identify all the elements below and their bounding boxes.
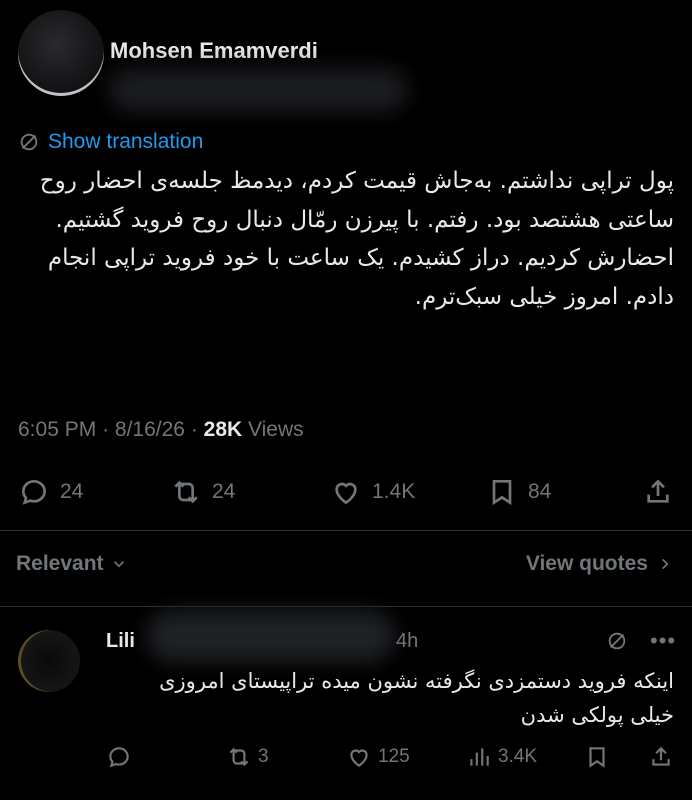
share-button[interactable] (642, 476, 674, 508)
show-translation-link[interactable]: Show translation (48, 130, 203, 154)
reply-time[interactable]: 4h (396, 630, 418, 653)
divider (0, 606, 692, 607)
sort-replies-button[interactable]: Relevant (16, 552, 128, 576)
reply-like-count: 125 (378, 746, 410, 767)
redacted-handle (146, 610, 396, 662)
tweet-action-bar: 24 24 1.4K 84 (18, 476, 674, 512)
redacted-handle (108, 68, 408, 112)
tweet-text: پول تراپی نداشتم. به‌جاش قیمت کردم، دیدم… (39, 168, 674, 310)
bookmark-button[interactable]: 84 (486, 476, 551, 508)
views-label: Views (248, 418, 304, 441)
author-avatar[interactable] (18, 10, 104, 96)
reply-views-count: 3.4K (498, 746, 538, 767)
view-quotes-link[interactable]: View quotes (526, 552, 674, 576)
view-quotes-label: View quotes (525, 552, 648, 575)
reply-like-button[interactable]: 125 (346, 744, 410, 770)
bookmark-count: 84 (528, 480, 552, 503)
like-icon (335, 482, 357, 505)
bookmark-icon (492, 480, 512, 506)
sort-label: Relevant (16, 552, 104, 575)
reply-author-avatar[interactable] (18, 630, 80, 692)
reply-text: اینکه فروید دستمزدی نگرفته نشون میده ترا… (159, 669, 674, 727)
like-icon (350, 749, 368, 767)
repost-button[interactable]: 24 (170, 476, 235, 508)
reply-icon (21, 479, 47, 505)
author-name[interactable]: Mohsen Emamverdi (110, 38, 318, 64)
reply-icon (109, 747, 129, 768)
views-count: 28K (203, 418, 243, 441)
meta-separator: · (190, 418, 204, 441)
bookmark-icon (589, 747, 605, 768)
more-icon[interactable]: ••• (650, 628, 676, 654)
divider (0, 530, 692, 531)
share-icon (652, 746, 670, 766)
repost-count: 24 (212, 480, 236, 503)
like-button[interactable]: 1.4K (330, 476, 415, 508)
chevron-right-icon (662, 558, 669, 570)
reply-repost-count: 3 (258, 746, 269, 767)
reply-author-name[interactable]: Lili (106, 630, 135, 653)
globe-icon (608, 632, 626, 650)
repost-icon (174, 480, 198, 504)
views-icon (470, 748, 489, 766)
reply-bookmark-button[interactable] (584, 744, 610, 770)
show-translation-row[interactable]: Show translation (18, 130, 203, 154)
reply-action-bar: 3 125 3.4K (106, 744, 674, 776)
reply-views-button[interactable]: 3.4K (466, 744, 537, 770)
globe-icon (20, 133, 38, 151)
chevron-down-icon (113, 561, 124, 568)
repost-icon (229, 747, 249, 767)
reply-repost-button[interactable]: 3 (226, 744, 269, 770)
like-count: 1.4K (372, 480, 416, 503)
tweet-meta: 6:05 PM · 8/16/26 · 28K Views (18, 418, 304, 442)
tweet-date[interactable]: 8/16/26 (115, 418, 185, 441)
replies-filter-row: Relevant View quotes (16, 552, 674, 580)
share-icon (647, 479, 669, 503)
reply-reply-button[interactable] (106, 744, 132, 770)
reply-button[interactable]: 24 (18, 476, 83, 508)
tweet-time[interactable]: 6:05 PM (18, 418, 96, 441)
reply-share-button[interactable] (648, 744, 674, 770)
meta-separator: · (102, 418, 115, 441)
reply-count: 24 (60, 480, 84, 503)
